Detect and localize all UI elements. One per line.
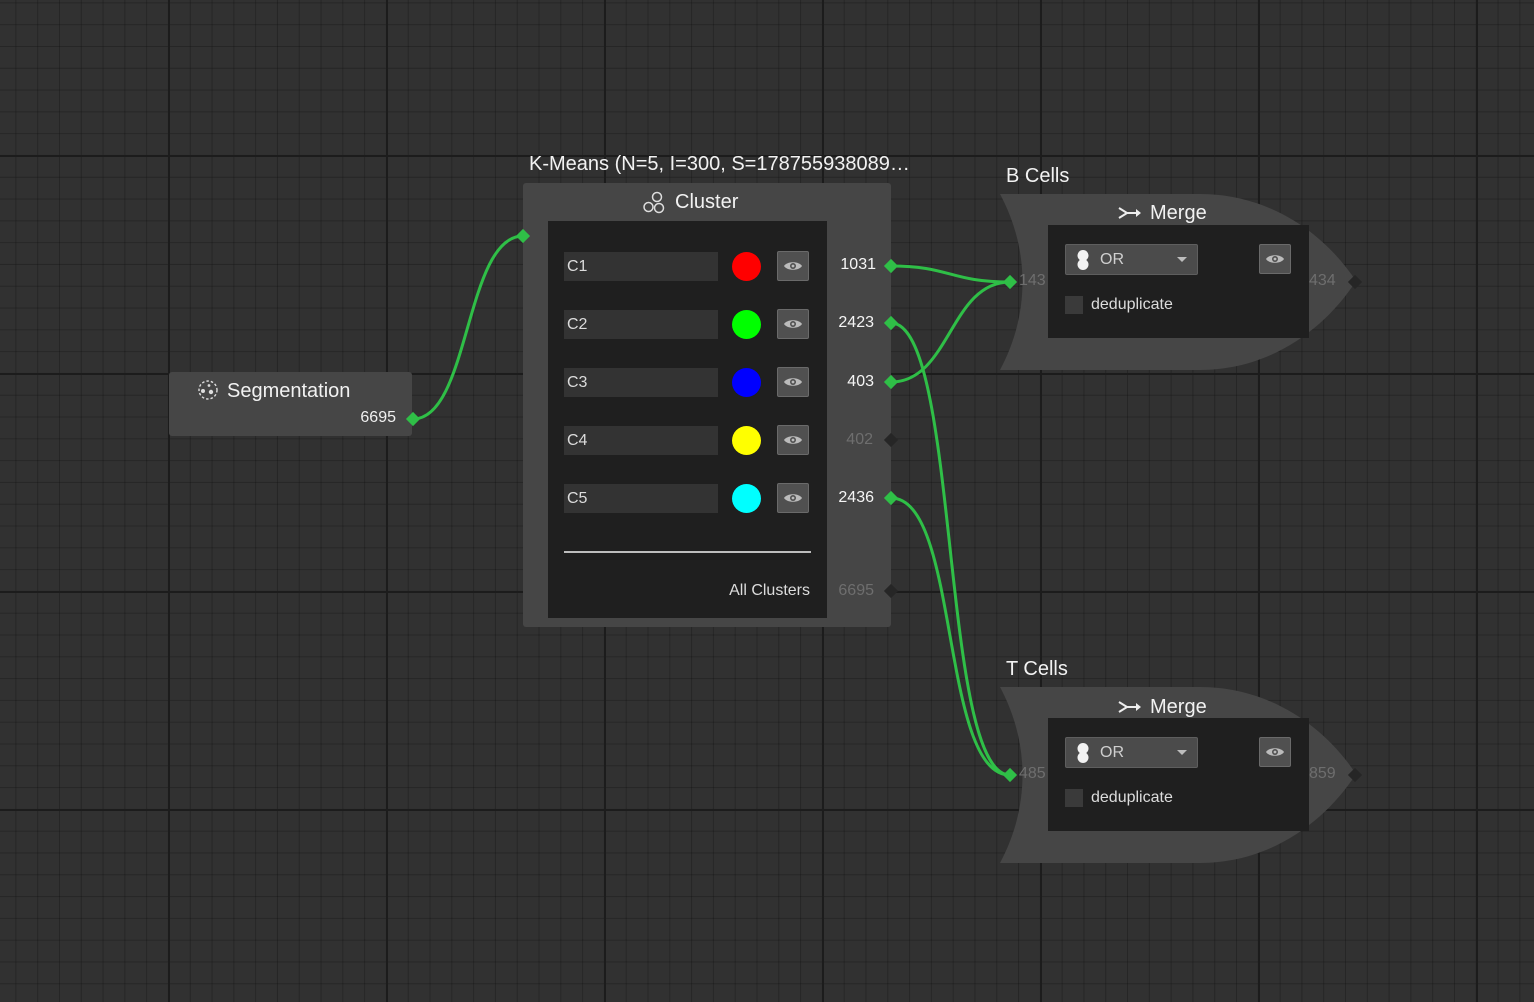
bcells-caption: B Cells	[1006, 165, 1070, 187]
wire-c2-to-tcells	[889, 321, 1012, 777]
cluster-row-c5: C5	[564, 483, 814, 513]
deduplicate-label: deduplicate	[1091, 789, 1173, 806]
segmentation-node[interactable]: Segmentation 6695	[169, 372, 412, 436]
cluster-output-count-c2: 2423	[838, 314, 874, 331]
cluster-row-c1: C1	[564, 251, 814, 281]
bcells-merge-title: Merge	[1150, 202, 1207, 224]
cluster-name-field[interactable]: C5	[564, 484, 718, 513]
tcells-input-count: 485	[1019, 765, 1046, 782]
deduplicate-checkbox[interactable]	[1065, 789, 1083, 807]
bcells-merge-panel: OR deduplicate	[1048, 225, 1309, 338]
eye-icon	[1266, 748, 1284, 756]
deduplicate-label: deduplicate	[1091, 296, 1173, 313]
cluster-row-c2: C2	[564, 309, 814, 339]
visibility-toggle-button[interactable]	[777, 251, 809, 281]
operator-icon	[1077, 250, 1089, 270]
chevron-down-icon	[1177, 750, 1187, 755]
all-clusters-label: All Clusters	[729, 582, 810, 599]
wire-segmentation-to-cluster	[411, 234, 525, 421]
cluster-color-swatch[interactable]	[732, 426, 761, 455]
cluster-title: Cluster	[675, 191, 739, 213]
cluster-output-count-c4: 402	[846, 431, 873, 448]
cluster-output-count-c5: 2436	[838, 489, 874, 506]
eye-icon	[1266, 255, 1284, 263]
visibility-toggle-button[interactable]	[1259, 244, 1291, 274]
divider	[564, 551, 811, 553]
bcells-output-count: 434	[1309, 272, 1336, 289]
eye-icon	[784, 436, 802, 444]
visibility-toggle-button[interactable]	[1259, 737, 1291, 767]
visibility-toggle-button[interactable]	[777, 425, 809, 455]
cluster-panel: C1 C2 C3 C4 C5 All Clusters	[548, 221, 827, 618]
tcells-merge-panel: OR deduplicate	[1048, 718, 1309, 831]
eye-icon	[784, 320, 802, 328]
cluster-color-swatch[interactable]	[732, 484, 761, 513]
cluster-row-c4: C4	[564, 425, 814, 455]
cluster-name-field[interactable]: C2	[564, 310, 718, 339]
cluster-color-swatch[interactable]	[732, 310, 761, 339]
operator-value: OR	[1100, 251, 1124, 268]
tcells-caption: T Cells	[1006, 658, 1068, 680]
operator-select[interactable]: OR	[1065, 737, 1198, 768]
tcells-merge-node[interactable]: Merge OR deduplicate	[1000, 687, 1360, 863]
eye-icon	[784, 494, 802, 502]
segmentation-title: Segmentation	[227, 380, 351, 402]
operator-value: OR	[1100, 744, 1124, 761]
cluster-color-swatch[interactable]	[732, 368, 761, 397]
operator-select[interactable]: OR	[1065, 244, 1198, 275]
tcells-output-count: 859	[1309, 765, 1336, 782]
bcells-input-count: 143	[1019, 272, 1046, 289]
chevron-down-icon	[1177, 257, 1187, 262]
segmentation-icon	[198, 380, 218, 400]
tcells-merge-title: Merge	[1150, 696, 1207, 718]
wire-c3-to-bcells	[889, 280, 1012, 384]
segmentation-output-count: 6695	[360, 409, 396, 426]
visibility-toggle-button[interactable]	[777, 483, 809, 513]
bcells-merge-node[interactable]: Merge OR deduplicate	[1000, 194, 1360, 370]
all-clusters-output-count: 6695	[838, 582, 874, 599]
operator-icon	[1077, 743, 1089, 763]
eye-icon	[784, 262, 802, 270]
merge-icon	[1118, 207, 1141, 219]
cluster-icon	[643, 191, 665, 214]
cluster-name-field[interactable]: C3	[564, 368, 718, 397]
cluster-name-field[interactable]: C1	[564, 252, 718, 281]
wire-c5-to-tcells	[889, 496, 1012, 777]
cluster-output-count-c3: 403	[847, 373, 874, 390]
cluster-node[interactable]: Cluster C1 C2 C3 C4 C5 All Clusters	[523, 183, 891, 627]
cluster-color-swatch[interactable]	[732, 252, 761, 281]
eye-icon	[784, 378, 802, 386]
merge-icon	[1118, 701, 1141, 713]
visibility-toggle-button[interactable]	[777, 367, 809, 397]
cluster-row-c3: C3	[564, 367, 814, 397]
cluster-caption: K-Means (N=5, I=300, S=178755938089…	[529, 153, 910, 175]
cluster-name-field[interactable]: C4	[564, 426, 718, 455]
deduplicate-checkbox[interactable]	[1065, 296, 1083, 314]
wire-c1-to-bcells	[889, 264, 1012, 284]
visibility-toggle-button[interactable]	[777, 309, 809, 339]
cluster-output-count-c1: 1031	[840, 256, 876, 273]
